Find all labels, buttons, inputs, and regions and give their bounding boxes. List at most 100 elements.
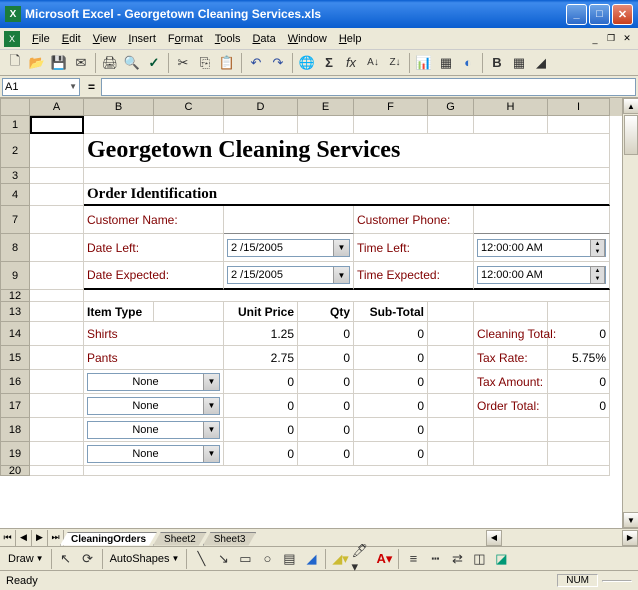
wordart-button[interactable]: ◢ xyxy=(300,548,322,570)
cell[interactable] xyxy=(298,116,354,134)
total-value-cell[interactable]: 5.75% xyxy=(548,346,610,370)
fill-color-button[interactable]: ◢▾ xyxy=(329,548,351,570)
select-objects-button[interactable]: ↖ xyxy=(55,548,77,570)
cell[interactable] xyxy=(428,322,474,346)
cell[interactable] xyxy=(30,134,84,168)
header-unit-price[interactable]: Unit Price xyxy=(224,302,298,322)
time-expected-picker[interactable]: 12:00:00 AM ▲▼ xyxy=(477,266,606,284)
row-header[interactable]: 18 xyxy=(0,418,30,442)
tab-nav-first-icon[interactable]: ⏮ xyxy=(0,530,16,546)
subtotal-cell[interactable]: 0 xyxy=(354,418,428,442)
function-button[interactable]: fx xyxy=(340,52,362,74)
dropdown-icon[interactable]: ▼ xyxy=(203,374,219,390)
email-button[interactable]: ✉ xyxy=(70,52,92,74)
cell[interactable] xyxy=(30,346,84,370)
3d-button[interactable]: ◪ xyxy=(490,548,512,570)
draw-menu[interactable]: Draw ▼ xyxy=(4,551,48,567)
cell[interactable] xyxy=(474,418,548,442)
cell[interactable]: 12:00:00 AM ▲▼ xyxy=(474,262,610,290)
row-header[interactable]: 2 xyxy=(0,134,30,168)
menu-data[interactable]: Data xyxy=(246,31,281,47)
subtotal-cell[interactable]: 0 xyxy=(354,370,428,394)
shadow-button[interactable]: ◫ xyxy=(468,548,490,570)
cell[interactable] xyxy=(428,116,474,134)
rectangle-button[interactable]: ▭ xyxy=(234,548,256,570)
item-name-cell[interactable]: Shirts xyxy=(84,322,224,346)
sort-asc-button[interactable]: A↓ xyxy=(362,52,384,74)
sort-desc-button[interactable]: Z↓ xyxy=(384,52,406,74)
fill-color-button[interactable]: ◢ xyxy=(530,52,552,74)
cell[interactable] xyxy=(84,290,610,302)
col-header-g[interactable]: G xyxy=(428,98,474,116)
cell[interactable] xyxy=(30,394,84,418)
dropdown-icon[interactable]: ▼ xyxy=(333,240,349,256)
formula-input[interactable] xyxy=(101,78,636,96)
dropdown-icon[interactable]: ▼ xyxy=(203,446,219,462)
cell[interactable] xyxy=(30,290,84,302)
line-color-button[interactable]: 🖊▾ xyxy=(351,548,373,570)
total-label-cell[interactable]: Tax Amount: xyxy=(474,370,548,394)
col-header-a[interactable]: A xyxy=(30,98,84,116)
total-label-cell[interactable]: Tax Rate: xyxy=(474,346,548,370)
print-button[interactable]: 🖨 xyxy=(99,52,121,74)
cell[interactable] xyxy=(428,394,474,418)
cell[interactable] xyxy=(474,302,548,322)
paste-button[interactable]: 📋 xyxy=(216,52,238,74)
cell[interactable]: None▼ xyxy=(84,418,224,442)
unit-price-cell[interactable]: 0 xyxy=(224,394,298,418)
unit-price-cell[interactable]: 0 xyxy=(224,418,298,442)
sheet-tab-sheet2[interactable]: Sheet2 xyxy=(153,532,207,546)
row-header[interactable]: 14 xyxy=(0,322,30,346)
cell[interactable]: Customer Phone: xyxy=(354,206,474,234)
sheet-tab-cleaningorders[interactable]: CleaningOrders xyxy=(60,532,157,546)
spin-down-icon[interactable]: ▼ xyxy=(591,275,604,283)
cell[interactable]: Customer Name: xyxy=(84,206,224,234)
cell[interactable] xyxy=(548,116,610,134)
select-all-corner[interactable] xyxy=(0,98,30,116)
row-header[interactable]: 17 xyxy=(0,394,30,418)
col-header-b[interactable]: B xyxy=(84,98,154,116)
cell[interactable] xyxy=(474,116,548,134)
cell[interactable] xyxy=(84,116,154,134)
oval-button[interactable]: ○ xyxy=(256,548,278,570)
spin-down-icon[interactable]: ▼ xyxy=(591,248,604,256)
row-header[interactable]: 19 xyxy=(0,442,30,466)
cell[interactable]: None▼ xyxy=(84,370,224,394)
row-header[interactable]: 4 xyxy=(0,184,30,206)
cell[interactable]: None▼ xyxy=(84,394,224,418)
mdi-close-button[interactable]: ✕ xyxy=(620,32,634,46)
print-preview-button[interactable]: 🔍 xyxy=(121,52,143,74)
spinner[interactable]: ▲▼ xyxy=(590,239,605,257)
cell[interactable] xyxy=(30,206,84,234)
cell[interactable] xyxy=(428,442,474,466)
item-dropdown[interactable]: None▼ xyxy=(87,373,220,391)
dropdown-icon[interactable]: ▼ xyxy=(203,422,219,438)
dash-style-button[interactable]: ┅ xyxy=(424,548,446,570)
new-button[interactable]: 🗋 xyxy=(4,52,26,74)
cell[interactable] xyxy=(30,322,84,346)
name-box-dropdown-icon[interactable]: ▼ xyxy=(69,82,77,91)
pivot-button[interactable]: ▦ xyxy=(435,52,457,74)
cell[interactable] xyxy=(428,302,474,322)
unit-price-cell[interactable]: 2.75 xyxy=(224,346,298,370)
row-header[interactable]: 9 xyxy=(0,262,30,290)
row-header[interactable]: 15 xyxy=(0,346,30,370)
menu-window[interactable]: Window xyxy=(282,31,333,47)
cell[interactable] xyxy=(30,442,84,466)
row-header[interactable]: 13 xyxy=(0,302,30,322)
qty-cell[interactable]: 0 xyxy=(298,322,354,346)
row-header[interactable]: 8 xyxy=(0,234,30,262)
cell[interactable] xyxy=(154,116,224,134)
scroll-thumb[interactable] xyxy=(624,115,638,155)
unit-price-cell[interactable]: 0 xyxy=(224,370,298,394)
menu-help[interactable]: Help xyxy=(333,31,368,47)
row-header[interactable]: 7 xyxy=(0,206,30,234)
subtotal-cell[interactable]: 0 xyxy=(354,322,428,346)
cell[interactable] xyxy=(548,442,610,466)
cell[interactable] xyxy=(428,346,474,370)
arrow-style-button[interactable]: ⇄ xyxy=(446,548,468,570)
cell[interactable] xyxy=(30,418,84,442)
total-value-cell[interactable]: 0 xyxy=(548,322,610,346)
cell[interactable]: 2 /15/2005 ▼ xyxy=(224,234,354,262)
item-dropdown[interactable]: None▼ xyxy=(87,445,220,463)
